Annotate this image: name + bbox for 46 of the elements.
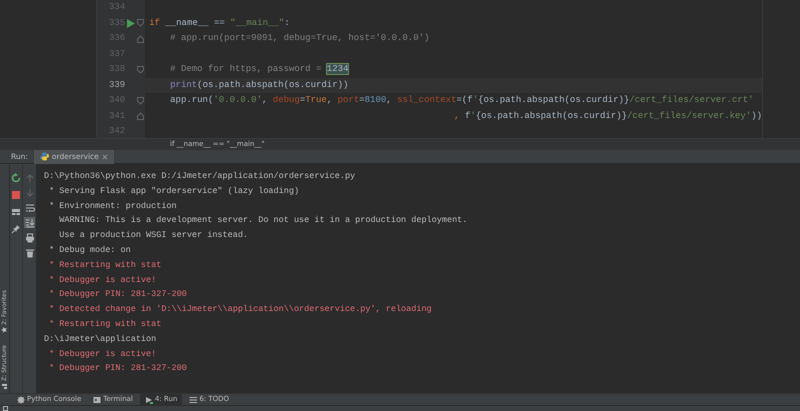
console-line: * Debugger PIN: 281-327-200 [48, 289, 187, 300]
console-line: * Restarting with stat [48, 260, 162, 270]
scroll-to-end-toggle[interactable] [24, 217, 35, 228]
list-icon [189, 396, 198, 404]
console-line: * Debugger is active! [48, 274, 156, 285]
console-line: Use a production WSGI server instead. [58, 230, 248, 240]
console-line: * Environment: production [48, 200, 177, 211]
console-line: D:\Python36\python.exe D:/iJmeter/application/orderservice.py [44, 171, 356, 181]
console-line: * Debug mode: on [48, 244, 131, 255]
layout-icon[interactable] [11, 206, 21, 216]
up-arrow-icon[interactable] [24, 172, 34, 182]
stop-icon[interactable] [11, 190, 21, 200]
code-line: app.run('0.0.0.0', debug=True, port=8100, ssl_context=(f'{os.path.abspath(os.curdir)}/cert_files/server.crt' [170, 94, 754, 107]
fold-marker-icon[interactable] [137, 96, 144, 105]
trash-icon[interactable] [24, 248, 34, 258]
fold-marker-icon[interactable] [137, 19, 144, 28]
console-line: D:\iJmeter\application [44, 334, 156, 344]
structure-icon [2, 383, 8, 389]
scroll-to-end-icon [24, 218, 34, 228]
run-icon [144, 396, 153, 404]
code-line: # Demo for https, password = 1234 [170, 63, 348, 76]
fold-marker-icon[interactable] [137, 66, 144, 74]
console-line: * Serving Flask app "orderservice" (lazy loading) [48, 186, 300, 196]
fold-marker-icon[interactable] [137, 34, 144, 43]
console-line: * Restarting with stat [48, 318, 162, 329]
rerun-icon[interactable] [11, 172, 21, 182]
python-icon [40, 152, 49, 161]
pin-icon[interactable] [11, 224, 21, 234]
console-line: WARNING: This is a development server. Do not use it in a production deployment. [58, 215, 468, 226]
down-arrow-icon[interactable] [24, 188, 34, 198]
fold-marker-icon[interactable] [137, 112, 144, 120]
soft-wrap-icon[interactable] [24, 202, 34, 212]
run-icon[interactable] [127, 18, 136, 28]
console-icon [17, 396, 25, 404]
code-line: print(os.path.abspath(os.curdir)) [170, 78, 348, 92]
window-icon[interactable] [3, 406, 8, 411]
line-number: 339 [108, 80, 126, 90]
code-line: if __name__ == "__main__": [149, 16, 290, 30]
print-icon[interactable] [24, 232, 34, 242]
code-line: , f'{os.path.abspath(os.curdir)}/cert_files/server.key')) [454, 110, 762, 122]
code-line: # app.run(port=9091, debug=True, host='0.0.0.0') [170, 32, 430, 45]
console-line: * Debugger PIN: 281-327-200 [48, 363, 187, 374]
console-line: * Debugger is active! [48, 348, 156, 359]
star-icon [2, 327, 8, 334]
close-icon[interactable] [102, 154, 108, 160]
console-line: * Detected change in 'D:\\iJmeter\\application\\orderservice.py', reloading [48, 304, 432, 314]
